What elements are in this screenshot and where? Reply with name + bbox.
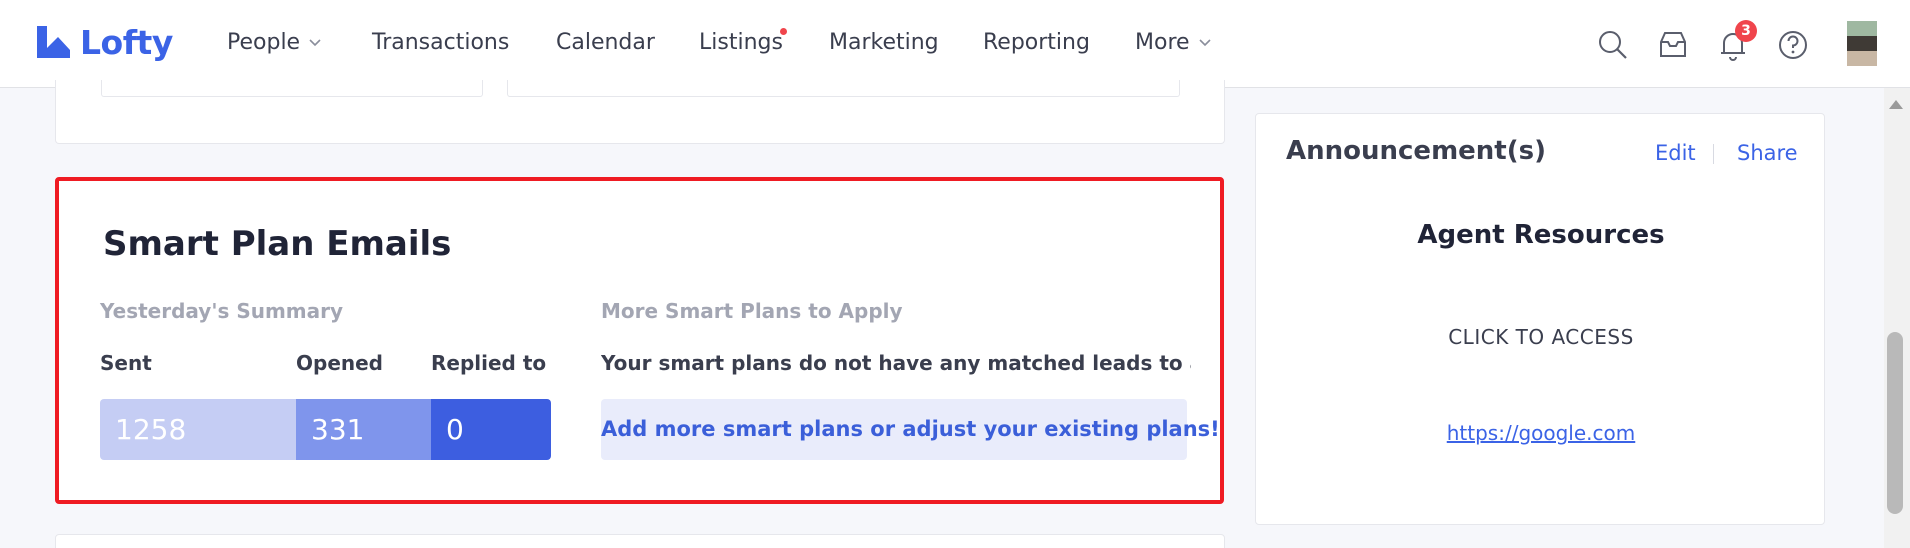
summary-heading: Yesterday's Summary — [100, 299, 344, 323]
nav-label: Reporting — [983, 30, 1090, 55]
lofty-logo-icon — [37, 26, 70, 58]
nav-label: More — [1135, 30, 1190, 55]
nav-listings[interactable]: Listings — [699, 28, 787, 55]
smart-plan-emails-card: Smart Plan Emails Yesterday's Summary Mo… — [55, 177, 1224, 504]
share-link[interactable]: Share — [1737, 141, 1798, 165]
stat-label-replied: Replied to — [431, 351, 547, 375]
stat-label-sent: Sent — [100, 351, 152, 375]
previous-card — [55, 80, 1225, 144]
avatar[interactable] — [1847, 21, 1877, 66]
stat-label-opened: Opened — [296, 351, 384, 375]
chevron-down-icon — [1198, 38, 1211, 46]
search-icon[interactable] — [1596, 28, 1630, 62]
chevron-down-icon — [309, 38, 321, 46]
divider — [1713, 144, 1714, 164]
top-nav-bar: Lofty People Transactions Calendar Listi… — [0, 0, 1910, 88]
nav-more[interactable]: More — [1135, 30, 1212, 55]
announcement-link[interactable]: https://google.com — [1256, 421, 1826, 445]
app-name: Lofty — [80, 22, 173, 62]
previous-card-field — [507, 80, 1180, 97]
notification-badge: 3 — [1735, 20, 1757, 42]
next-card — [55, 534, 1225, 548]
nav-label: Marketing — [829, 30, 939, 55]
nav-label: Transactions — [372, 30, 510, 55]
nav-marketing[interactable]: Marketing — [829, 30, 939, 55]
nav-transactions[interactable]: Transactions — [372, 30, 509, 55]
nav-label: Calendar — [556, 30, 655, 55]
nav-calendar[interactable]: Calendar — [556, 30, 655, 55]
stat-bar-replied[interactable]: 0 — [431, 399, 551, 460]
announcement-card: Announcement(s) Edit Share Agent Resourc… — [1255, 113, 1825, 525]
announcement-cta: CLICK TO ACCESS — [1448, 325, 1634, 349]
announcement-heading: Agent Resources — [1417, 220, 1665, 250]
more-plans-heading: More Smart Plans to Apply — [601, 299, 903, 323]
announcement-title: Announcement(s) — [1286, 136, 1546, 166]
inbox-icon[interactable] — [1656, 28, 1690, 62]
logo[interactable]: Lofty — [34, 22, 173, 62]
nav-label: Listings — [699, 30, 783, 55]
nav-label: People — [227, 30, 301, 55]
notification-dot — [779, 28, 787, 35]
stat-bar-sent[interactable]: 1258 — [100, 399, 296, 460]
nav-reporting[interactable]: Reporting — [983, 30, 1090, 55]
no-match-text: Your smart plans do not have any matched… — [601, 351, 1191, 375]
add-more-plans-button[interactable]: Add more smart plans or adjust your exis… — [601, 399, 1220, 460]
help-icon[interactable] — [1776, 28, 1810, 62]
card-title: Smart Plan Emails — [103, 224, 452, 264]
edit-link[interactable]: Edit — [1655, 141, 1696, 165]
scrollbar-thumb[interactable] — [1887, 332, 1903, 514]
previous-card-field — [101, 80, 483, 97]
scroll-up-arrow-icon[interactable] — [1889, 100, 1903, 109]
nav-people[interactable]: People — [227, 30, 322, 55]
stat-bar-opened[interactable]: 331 — [296, 399, 431, 460]
